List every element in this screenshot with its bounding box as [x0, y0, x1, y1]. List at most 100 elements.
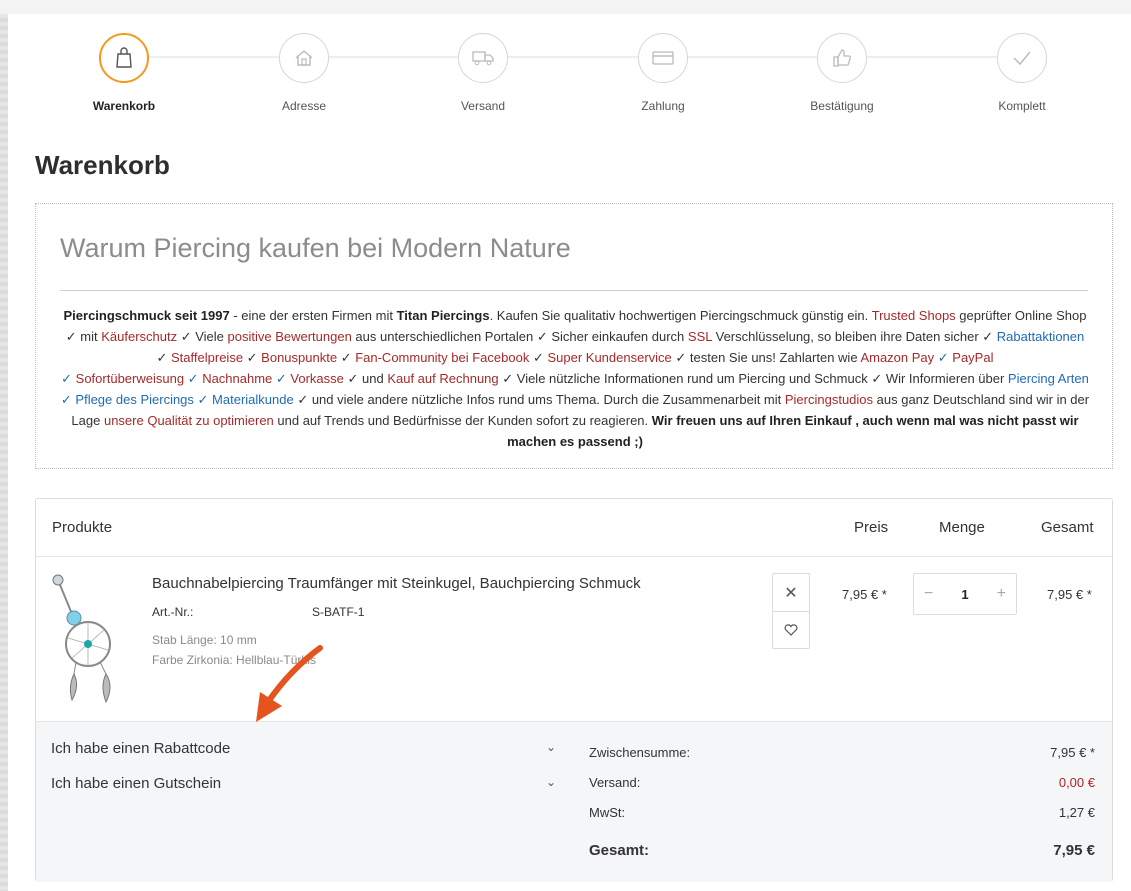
close-icon: ✕ [784, 584, 798, 602]
step-circle [817, 33, 867, 83]
link-materialkunde[interactable]: Materialkunde [212, 392, 294, 407]
checkmark-icon [1013, 51, 1031, 66]
step-zahlung[interactable]: Zahlung [603, 33, 723, 113]
left-edge [0, 14, 8, 891]
col-products: Produkte [52, 519, 113, 536]
link-amazon-pay[interactable]: Amazon Pay [860, 350, 934, 365]
info-text-segment: Verschlüsselung, so bleiben ihre Daten s… [712, 329, 997, 344]
info-text-segment: ✓ Viele [177, 329, 228, 344]
link-pflege[interactable]: Pflege des Piercings [75, 392, 194, 407]
house-icon [295, 50, 313, 66]
increase-quantity-button[interactable]: + [997, 585, 1006, 603]
heart-icon [784, 624, 798, 636]
gutschein-toggle[interactable]: Ich habe einen Gutschein [51, 775, 221, 792]
link-kauf-auf-rechnung[interactable]: Kauf auf Rechnung [387, 371, 498, 386]
thumbs-up-icon [833, 49, 851, 67]
grand-total-label: Gesamt: [589, 842, 650, 859]
step-label: Versand [460, 99, 506, 113]
info-text-segment: ✓ [243, 350, 262, 365]
tax-label: MwSt: [589, 805, 626, 820]
link-piercing-arten[interactable]: Piercing Arten [1008, 371, 1089, 386]
step-label: Warenkorb [92, 99, 156, 113]
info-heading: Warum Piercing kaufen bei Modern Nature [60, 233, 571, 263]
step-adresse[interactable]: Adresse [244, 33, 364, 113]
info-strong: Piercingschmuck seit 1997 [63, 308, 230, 323]
info-text-segment: . Kaufen Sie qualitativ hochwertigen Pie… [489, 308, 872, 323]
step-circle [99, 33, 149, 83]
article-number: S-BATF-1 [312, 605, 365, 619]
link-rabattaktionen[interactable]: Rabattaktionen [997, 329, 1084, 344]
info-text-segment: ✓ und [343, 371, 388, 386]
chevron-down-icon[interactable]: ⌄ [546, 775, 556, 789]
link-staffelpreise[interactable]: Staffelpreise [171, 350, 243, 365]
info-strong: Titan Piercings [396, 308, 490, 323]
step-circle [638, 33, 688, 83]
info-text-segment: ✓ [193, 392, 213, 407]
link-kaeuferschutz[interactable]: Käuferschutz [101, 329, 177, 344]
product-attribute-length: Stab Länge: 10 mm [152, 633, 257, 647]
link-piercingstudios[interactable]: Piercingstudios [785, 392, 873, 407]
chevron-down-icon[interactable]: ⌄ [546, 740, 556, 754]
shopping-bag-icon [116, 47, 132, 68]
info-text-segment: ✓ [184, 371, 203, 386]
cart-header: Produkte Preis Menge Gesamt [36, 499, 1112, 557]
subtotal-label: Zwischensumme: [589, 745, 691, 760]
info-text-segment: ✓ testen Sie uns! Zahlarten wie [671, 350, 861, 365]
link-bonuspunkte[interactable]: Bonuspunkte [261, 350, 337, 365]
decrease-quantity-button[interactable]: − [924, 585, 933, 603]
product-name-link[interactable]: Bauchnabelpiercing Traumfänger mit Stein… [152, 575, 641, 592]
info-text-segment: ✓ [337, 350, 356, 365]
info-text-segment: und auf Trends und Bedürfnisse der Kunde… [273, 413, 652, 428]
step-circle [458, 33, 508, 83]
info-text-segment: - eine der ersten Firmen mit [229, 308, 397, 323]
item-actions: ✕ [772, 573, 810, 649]
link-sofortueberweisung[interactable]: Sofortüberweisung [76, 371, 184, 386]
link-trusted-shops[interactable]: Trusted Shops [872, 308, 956, 323]
article-number-label: Art.-Nr.: [152, 605, 194, 619]
info-text-segment: ✓ [272, 371, 291, 386]
credit-card-icon [652, 51, 674, 65]
top-strip [0, 0, 1131, 14]
tax-value: 1,27 € [1058, 805, 1095, 820]
truck-icon [472, 51, 494, 66]
step-warenkorb[interactable]: Warenkorb [64, 33, 184, 113]
col-total: Gesamt [1041, 519, 1094, 536]
quantity-stepper: − 1 + [913, 573, 1017, 615]
info-text-segment: ✓ Viele nützliche Informationen rund um … [498, 371, 1008, 386]
info-text-segment: aus unterschiedlichen Portalen ✓ Sicher … [351, 329, 688, 344]
info-text-segment: ✓ und viele andere nützliche Infos rund … [293, 392, 785, 407]
link-facebook[interactable]: Fan-Community bei Facebook [355, 350, 529, 365]
info-text-segment: ✓ [156, 350, 172, 365]
link-vorkasse[interactable]: Vorkasse [290, 371, 343, 386]
step-versand[interactable]: Versand [423, 33, 543, 113]
link-paypal[interactable]: PayPal [952, 350, 993, 365]
info-text-segment: ✓ [529, 350, 548, 365]
link-qualitaet[interactable]: unsere Qualität zu optimieren [104, 413, 274, 428]
rabattcode-toggle[interactable]: Ich habe einen Rabattcode [51, 740, 230, 757]
link-kundenservice[interactable]: Super Kundenservice [547, 350, 671, 365]
link-nachnahme[interactable]: Nachnahme [202, 371, 272, 386]
step-circle [279, 33, 329, 83]
subtotal-value: 7,95 € * [1050, 745, 1095, 760]
shipping-value: 0,00 € [1058, 775, 1095, 790]
info-text-segment: ✓ [61, 371, 76, 386]
item-total: 7,95 € * [1047, 587, 1092, 602]
cart-table: Produkte Preis Menge Gesamt Bauchnabelpi… [35, 498, 1113, 882]
info-text: Piercingschmuck seit 1997 - eine der ers… [60, 305, 1090, 452]
step-label: Bestätigung [810, 99, 874, 113]
quantity-value[interactable]: 1 [961, 587, 968, 602]
info-box: Warum Piercing kaufen bei Modern Nature … [35, 203, 1113, 469]
annotation-arrow [256, 645, 323, 722]
item-price: 7,95 € * [842, 587, 887, 602]
step-label: Komplett [998, 99, 1046, 113]
step-komplett[interactable]: Komplett [962, 33, 1082, 113]
step-bestaetigung[interactable]: Bestätigung [782, 33, 902, 113]
link-bewertungen[interactable]: positive Bewertungen [228, 329, 352, 344]
remove-item-button[interactable]: ✕ [773, 574, 809, 611]
col-price: Preis [854, 519, 889, 536]
product-image[interactable] [50, 574, 140, 704]
step-label: Adresse [281, 99, 327, 113]
wishlist-button[interactable] [773, 611, 809, 648]
link-ssl[interactable]: SSL [688, 329, 712, 344]
shipping-label: Versand: [589, 775, 641, 790]
